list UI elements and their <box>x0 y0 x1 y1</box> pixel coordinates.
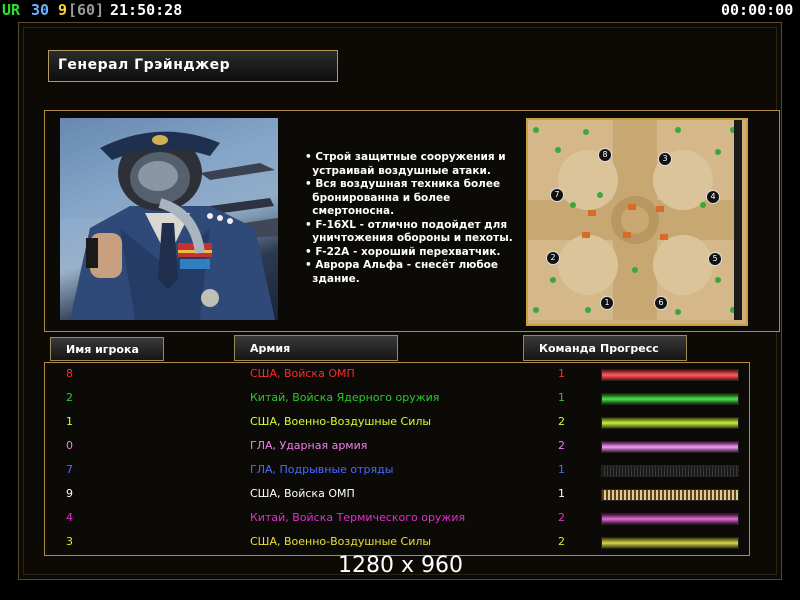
player-name: 8 <box>66 367 73 380</box>
map-terrain <box>528 120 742 320</box>
player-army: Китай, Войска Термического оружия <box>250 511 466 524</box>
general-portrait <box>60 118 278 320</box>
progress-bar <box>601 369 739 381</box>
player-team: 2 <box>558 535 565 548</box>
slot-label: 4 <box>706 190 720 204</box>
header-progress-label: Прогресс <box>600 342 659 355</box>
top-status-bar: UR 30 9 [60] 21:50:28 00:00:00 <box>0 0 800 20</box>
player-team: 2 <box>558 511 565 524</box>
clock: 21:50:28 <box>110 1 183 19</box>
player-army: США, Военно-Воздушные Силы <box>250 535 432 548</box>
fps-counter: 30 <box>31 1 50 19</box>
header-team-label: Команда <box>539 342 596 355</box>
player-team: 2 <box>558 439 565 452</box>
slot-label: 2 <box>546 251 560 265</box>
progress-bar <box>601 417 739 429</box>
progress-bar <box>601 489 739 501</box>
desc-line: бронированна и более <box>305 191 451 204</box>
map-slot-4[interactable]: 4 <box>706 184 720 204</box>
resolution-label: 1280 x 960 <box>338 553 463 578</box>
player-team: 2 <box>558 415 565 428</box>
map-slot-7[interactable]: 7 <box>550 182 564 202</box>
player-name: 2 <box>66 391 73 404</box>
game-timer: 00:00:00 <box>721 1 794 19</box>
map-slot-1[interactable]: 1 <box>600 290 614 310</box>
player-name: 0 <box>66 439 73 452</box>
header-team-progress: Команда Прогресс <box>523 335 687 361</box>
general-description: • Строй защитные сооружения и устраивай … <box>305 151 520 286</box>
player-army: ГЛА, Ударная армия <box>250 439 368 452</box>
header-army: Армия <box>234 335 398 361</box>
desc-line: • F-16XL - отлично подойдет для <box>305 218 508 231</box>
progress-bar <box>601 513 739 525</box>
player-army: США, Военно-Воздушные Силы <box>250 415 432 428</box>
desc-line: • Вся воздушная техника более <box>305 178 501 190</box>
desc-line: • Строй защитные сооружения и <box>305 151 506 163</box>
map-slot-8[interactable]: 8 <box>598 142 612 162</box>
player-team: 1 <box>558 463 565 476</box>
player-army: США, Войска ОМП <box>250 487 355 500</box>
map-slot-5[interactable]: 5 <box>708 246 722 266</box>
desc-line: устраивай воздушные атаки. <box>305 164 491 177</box>
desc-line: уничтожения обороны и пехоты. <box>305 232 513 244</box>
desc-line: смертоносна. <box>305 205 395 217</box>
player-army: Китай, Войска Ядерного оружия <box>250 391 440 404</box>
slot-label: 6 <box>654 296 668 310</box>
slot-label: 8 <box>598 148 612 162</box>
player-team: 1 <box>558 487 565 500</box>
player-name: 9 <box>66 487 73 500</box>
progress-bar <box>601 537 739 549</box>
player-army: США, Войска ОМП <box>250 367 355 380</box>
progress-bar <box>601 465 739 477</box>
player-name: 1 <box>66 415 73 428</box>
desc-line: • Аврора Альфа - снесёт любое <box>305 259 499 271</box>
slot-label: 5 <box>708 252 722 266</box>
slot-label: 3 <box>658 152 672 166</box>
player-team: 1 <box>558 391 565 404</box>
header-player-label: Имя игрока <box>66 343 139 356</box>
map-slot-6[interactable]: 6 <box>654 290 668 310</box>
player-team: 1 <box>558 367 565 380</box>
slot-label: 7 <box>550 188 564 202</box>
desc-line: здание. <box>305 272 360 285</box>
map-slot-2[interactable]: 2 <box>546 245 560 265</box>
frame-counter: 9 <box>58 1 68 19</box>
player-name: 4 <box>66 511 73 524</box>
player-name: 3 <box>66 535 73 548</box>
map-slot-3[interactable]: 3 <box>658 146 672 166</box>
map-preview[interactable]: 8 3 7 4 2 5 1 6 <box>526 118 748 326</box>
frame-cap: [60] <box>68 1 105 19</box>
player-name: 7 <box>66 463 73 476</box>
progress-bar <box>601 393 739 405</box>
ur-label: UR <box>2 1 21 19</box>
slot-label: 1 <box>600 296 614 310</box>
general-name: Генерал Грэйнджер <box>58 57 231 73</box>
header-army-label: Армия <box>250 342 291 355</box>
header-player-name: Имя игрока <box>50 337 164 361</box>
portrait-image <box>60 118 278 320</box>
desc-line: • F-22A - хороший перехватчик. <box>305 245 501 258</box>
progress-bar <box>601 441 739 453</box>
player-army: ГЛА, Подрывные отряды <box>250 463 394 476</box>
